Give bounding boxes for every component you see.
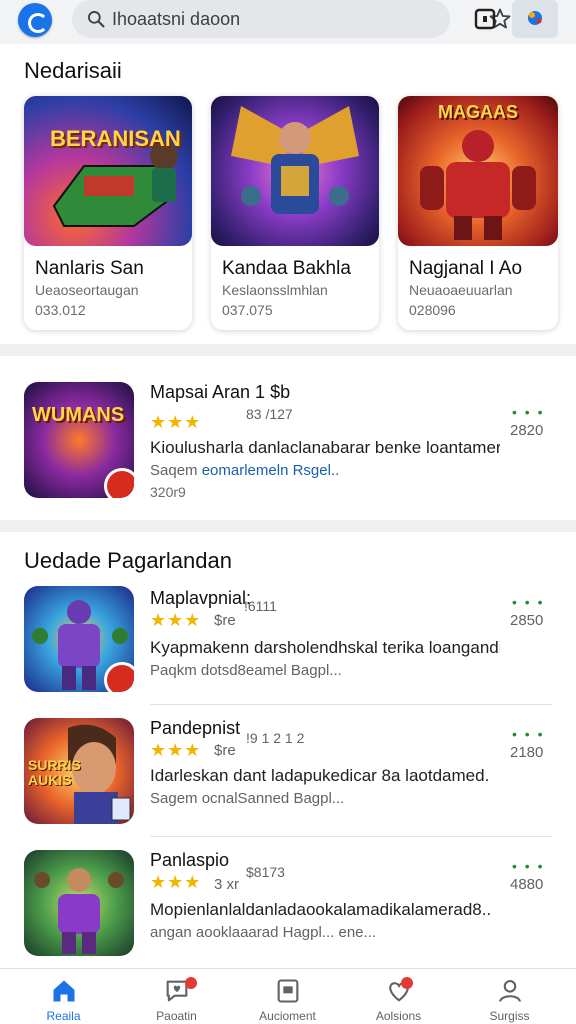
star-rating: ★★★ — [150, 740, 202, 760]
list-item[interactable]: Panlaspio ★★★ 3 xr $8173 Mopienlanlaldan… — [0, 850, 576, 956]
search-icon — [88, 11, 105, 28]
featured-card-title: Kandaa Bakhla — [222, 258, 351, 279]
list-item[interactable]: Maplavpnial: ★★★ $re !6111 Kyapmakenn da… — [0, 586, 576, 694]
list-item[interactable]: SURRIS AUKIS Pandepnist ★★★ $re !9 1 2 1 … — [0, 718, 576, 826]
star-rating: ★★★ — [150, 412, 202, 432]
featured-card-number: 033.012 — [35, 302, 86, 318]
app-name: Panlaspio — [150, 850, 230, 870]
more-dots-icon[interactable]: • • • — [512, 726, 544, 742]
more-dots-icon[interactable]: • • • — [512, 858, 544, 874]
home-icon — [53, 980, 75, 1002]
more-dots-icon[interactable]: • • • — [512, 404, 544, 420]
featured-card[interactable]: MAGAAS Nagjanal I Ao Neuaoaeuuarlan 0280… — [398, 96, 558, 330]
featured-card-title: Nanlaris San — [35, 258, 144, 279]
row-separator — [150, 836, 552, 837]
person-icon — [499, 980, 521, 1002]
spotlight-thumbnail: WUMANS — [24, 382, 134, 498]
featured-card-number: 028096 — [409, 302, 456, 318]
featured-card-number: 037.075 — [222, 302, 273, 318]
nav-item-favorites[interactable]: Aolsions — [341, 969, 456, 1024]
app-meta: Paqkm dotsd8eamel Bagpl... — [150, 662, 342, 679]
notification-dot — [401, 977, 413, 989]
app-description: Kioulusharla danlaclanabarar benke loant… — [150, 438, 500, 457]
nav-item-label: Surgiss — [489, 1009, 530, 1023]
star-rating: ★★★ — [150, 610, 202, 630]
app-code: !9 1 2 1 2 — [246, 730, 305, 746]
featured-card[interactable]: Kandaa Bakhla Keslaonsslmhlan 037.075 — [211, 96, 379, 330]
spotlight-list-item[interactable]: WUMANS Mapsai Aran 1 $b ★★★ 83 /127 Kiou… — [0, 380, 576, 502]
app-price: 3 xr — [214, 876, 240, 893]
featured-card-art-text: MAGAAS — [438, 102, 518, 122]
more-dots-icon[interactable]: • • • — [512, 594, 544, 610]
download-count: 2180 — [510, 744, 544, 761]
app-description: Mopienlanlaldanladaookalamadikalamerad8.… — [150, 900, 492, 919]
featured-card-title: Nagjanal I Ao — [409, 258, 523, 279]
grid-icon[interactable] — [474, 8, 496, 30]
download-count: 2850 — [510, 612, 544, 629]
app-name: Pandepnist — [150, 718, 241, 738]
app-logo-icon[interactable] — [18, 3, 52, 37]
app-name: Maplavpnial: — [150, 588, 252, 608]
nav-item-label: Aolsions — [375, 1009, 422, 1023]
app-price: $re — [214, 612, 236, 629]
featured-card-subtitle: Ueaoseortaugan — [35, 282, 139, 298]
app-name: Mapsai Aran 1 $b — [150, 382, 291, 402]
featured-card[interactable]: BERANISAN Nanlaris San Ueaoseortaugan 03… — [24, 96, 192, 330]
app-thumbnail — [24, 586, 134, 692]
library-icon — [277, 979, 299, 1003]
bottom-navigation: Reaila Paoatin Aucioment Aolsions Surgis… — [0, 968, 576, 1024]
app-meta: Saqem eomarlemeln Rsgel.. — [150, 462, 500, 479]
app-price: $re — [214, 742, 236, 759]
nav-item-profile[interactable]: Surgiss — [452, 969, 567, 1024]
app-thumbnail — [24, 850, 134, 956]
section-divider — [0, 520, 576, 532]
notification-dot — [185, 977, 197, 989]
nav-item-chat[interactable]: Paoatin — [119, 969, 234, 1024]
app-footer: 320r9 — [150, 484, 186, 500]
app-meta: angan aooklaaarad Hagpl... ene... — [150, 924, 377, 941]
featured-card-art: BERANISAN — [24, 96, 192, 246]
app-meta-link[interactable]: eomarlemeln Rsgel.. — [202, 462, 340, 479]
featured-card-subtitle: Keslaonsslmhlan — [222, 282, 328, 298]
top-bar — [0, 0, 576, 44]
app-code: $8173 — [246, 864, 285, 880]
app-code: 83 /127 — [246, 406, 293, 422]
app-code: !6111 — [244, 598, 277, 614]
featured-card-subtitle: Neuaoaeuuarlan — [409, 282, 513, 298]
featured-card-art-text: BERANISAN — [50, 126, 181, 151]
red-badge-icon — [104, 662, 134, 692]
search-bar[interactable] — [72, 0, 511, 38]
nav-item-label: Paoatin — [156, 1009, 197, 1023]
nav-item-label: Aucioment — [259, 1009, 316, 1023]
app-art-text: SURRIS AUKIS — [28, 757, 81, 788]
updates-section-title: Uedade Pagarlandan — [24, 548, 232, 573]
search-input[interactable] — [112, 8, 412, 30]
download-count: 2820 — [510, 422, 544, 439]
app-thumbnail: SURRIS AUKIS — [24, 718, 134, 824]
spotlight-art-text: WUMANS — [32, 404, 125, 426]
featured-card-art: MAGAAS — [398, 96, 558, 246]
nav-item-label: Reaila — [46, 1009, 81, 1023]
profile-icon — [528, 11, 542, 25]
featured-section-title: Nedarisaii — [24, 58, 122, 83]
row-separator — [150, 704, 552, 705]
app-meta: Sagem ocnalSanned Bagpl... — [150, 790, 345, 807]
featured-card-art — [211, 96, 379, 246]
red-badge-icon — [104, 468, 134, 498]
download-count: 4880 — [510, 876, 544, 893]
nav-item-home[interactable]: Reaila — [6, 969, 121, 1024]
profile-button[interactable] — [512, 0, 558, 38]
app-description: Kyapmakenn darsholendhskal terika loanga… — [150, 638, 500, 657]
app-meta-prefix: Saqem — [150, 462, 202, 479]
app-description: Idarleskan dant ladapukedicar 8a laotdam… — [150, 766, 490, 785]
section-divider — [0, 344, 576, 356]
nav-item-library[interactable]: Aucioment — [230, 969, 345, 1024]
star-rating: ★★★ — [150, 872, 202, 892]
